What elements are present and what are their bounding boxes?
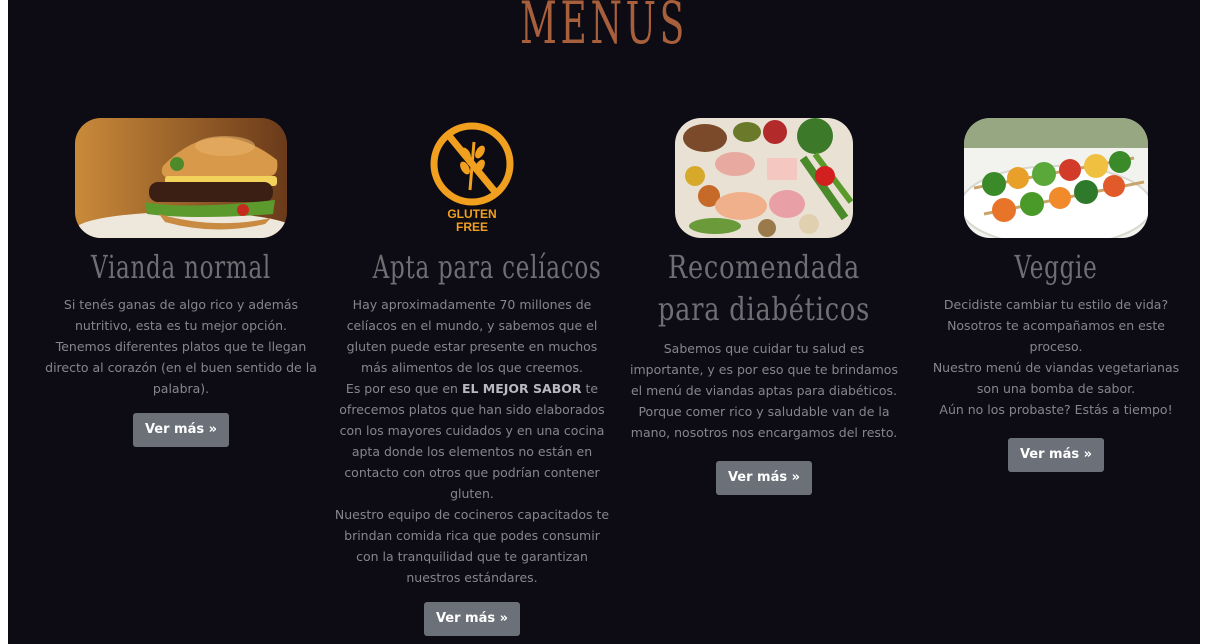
- card-apta-celiacos: GLUTEN FREE Apta para celíacos Hay aprox…: [334, 118, 610, 636]
- description-paragraph: Decidiste cambiar tu estilo de vida? Nos…: [943, 297, 1169, 354]
- card-veggie: Veggie Decidiste cambiar tu estilo de vi…: [920, 118, 1192, 472]
- card-title: Apta para celíacos: [372, 248, 602, 286]
- description-paragraph: Es por eso que en EL MEJOR SABOR te ofre…: [334, 378, 610, 504]
- ver-mas-button[interactable]: Ver más »: [132, 413, 230, 447]
- brand-name: EL MEJOR SABOR: [461, 381, 582, 396]
- description-paragraph: Sabemos que cuidar tu salud es important…: [630, 341, 898, 398]
- card-description: Sabemos que cuidar tu salud es important…: [628, 338, 900, 443]
- card-diabeticos: Recomendada para diabéticos Sabemos que …: [628, 118, 900, 495]
- ver-mas-button[interactable]: Ver más »: [423, 602, 521, 636]
- ver-mas-button[interactable]: Ver más »: [715, 461, 813, 495]
- description-paragraph: Si tenés ganas de algo rico y además nut…: [63, 297, 299, 333]
- description-paragraph: Nuestro equipo de cocineros capacitados …: [334, 507, 610, 585]
- gluten-free-label: GLUTEN FREE: [422, 208, 522, 234]
- card-description: Si tenés ganas de algo rico y además nut…: [36, 294, 326, 399]
- description-paragraph: Nuestro menú de viandas vegetarianas son…: [932, 360, 1180, 396]
- description-paragraph: Tenemos diferentes platos que te llegan …: [45, 339, 317, 396]
- gluten-free-icon: GLUTEN FREE: [422, 118, 522, 238]
- card-title: Recomendada para diabéticos: [657, 248, 871, 328]
- section-title: MENÚS: [519, 0, 689, 57]
- description-paragraph: Aún no los probaste? Estás a tiempo!: [939, 402, 1173, 417]
- card-description: Decidiste cambiar tu estilo de vida? Nos…: [920, 294, 1192, 420]
- card-description: Hay aproximadamente 70 millones de celía…: [334, 294, 610, 588]
- description-paragraph: Porque comer rico y saludable van de la …: [630, 404, 898, 440]
- text-span: Es por eso que en: [345, 381, 462, 396]
- card-vianda-normal: Vianda normal Si tenés ganas de algo ric…: [36, 118, 326, 447]
- burger-image: [75, 118, 287, 238]
- description-paragraph: Hay aproximadamente 70 millones de celía…: [346, 297, 598, 375]
- ver-mas-button[interactable]: Ver más »: [1007, 438, 1105, 472]
- menus-section: MENÚS Vianda normal Si tenés ganas de al…: [8, 0, 1200, 644]
- healthy-food-image: [675, 118, 853, 238]
- card-title: Vianda normal: [90, 248, 272, 286]
- badge-text: FREE: [455, 220, 488, 234]
- card-title: Veggie: [1014, 248, 1098, 286]
- text-span: te ofrecemos platos que han sido elabora…: [339, 381, 605, 501]
- veggie-skewers-image: [964, 118, 1148, 238]
